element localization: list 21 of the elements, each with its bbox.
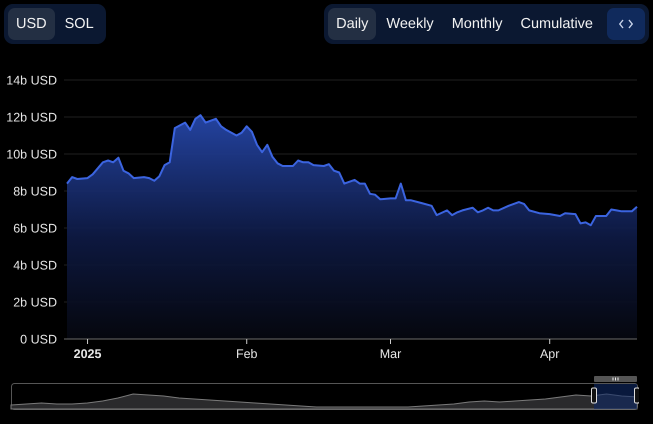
- period-tab[interactable]: Weekly: [378, 8, 442, 40]
- x-axis-label: 2025: [74, 347, 102, 361]
- x-axis-label: Mar: [380, 347, 402, 361]
- x-axis-label: Feb: [236, 347, 258, 361]
- range-slider-drawing[interactable]: [10, 376, 639, 410]
- currency-tab[interactable]: USD: [8, 8, 55, 40]
- code-icon: [619, 19, 633, 29]
- y-axis-label: 12b USD: [6, 110, 57, 124]
- y-axis-label: 0 USD: [20, 332, 57, 346]
- y-axis-label: 6b USD: [13, 222, 57, 236]
- x-axis-label: Apr: [540, 347, 560, 361]
- period-tab[interactable]: Daily: [328, 8, 376, 40]
- y-axis-label: 2b USD: [13, 296, 57, 310]
- currency-tab[interactable]: SOL: [56, 8, 102, 40]
- y-axis-label: 8b USD: [13, 184, 57, 198]
- period-tab[interactable]: Cumulative: [512, 8, 601, 40]
- embed-button[interactable]: [607, 8, 645, 40]
- y-axis-label: 10b USD: [6, 148, 57, 162]
- period-tab[interactable]: Monthly: [444, 8, 510, 40]
- y-axis-label: 4b USD: [13, 258, 57, 272]
- y-axis-label: 14b USD: [6, 74, 57, 88]
